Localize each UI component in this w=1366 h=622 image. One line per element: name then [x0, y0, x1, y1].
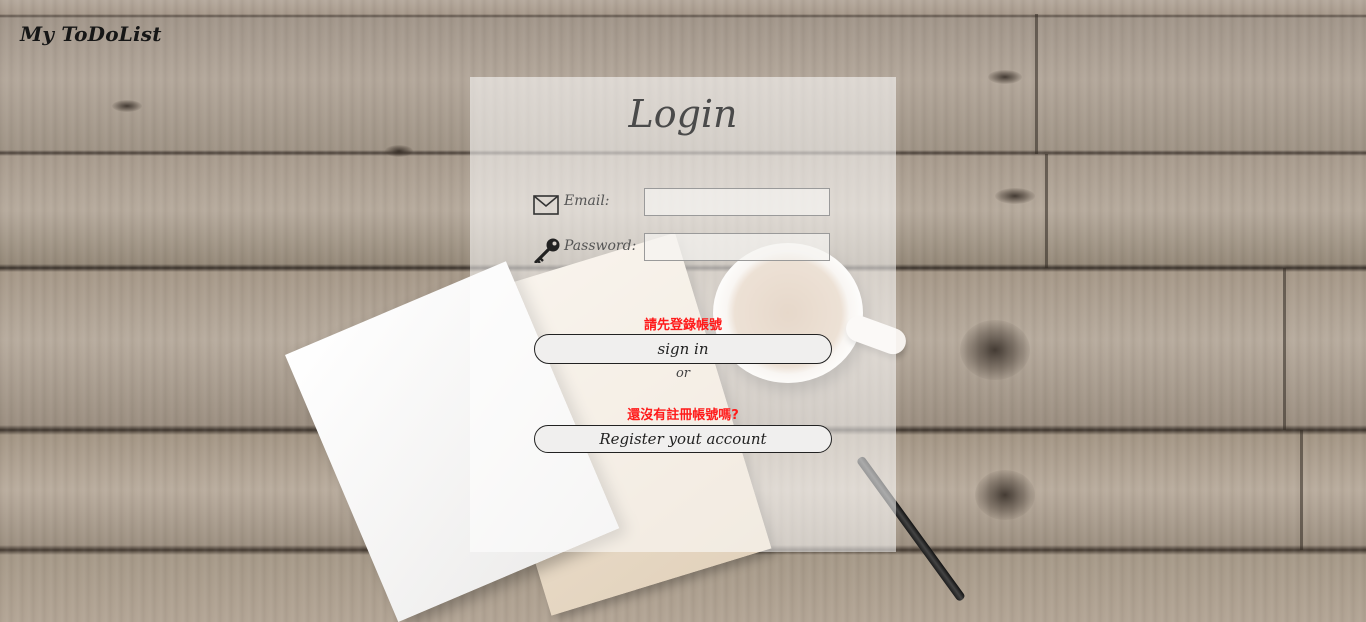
email-label: Email:	[564, 193, 610, 209]
wood-knot	[975, 470, 1035, 520]
brand-title[interactable]: My ToDoList	[20, 22, 162, 46]
password-field[interactable]	[644, 233, 830, 261]
wood-knot	[995, 188, 1035, 204]
password-label: Password:	[564, 238, 637, 254]
key-icon	[534, 238, 560, 263]
wood-plank-seam	[1300, 430, 1303, 550]
email-field[interactable]	[644, 188, 830, 216]
register-message: 還沒有註冊帳號嗎?	[627, 408, 739, 423]
envelope-icon	[533, 195, 559, 215]
sign-in-button[interactable]: sign in	[534, 334, 832, 364]
login-title: Login	[628, 92, 738, 136]
wood-knot	[385, 145, 413, 157]
or-divider-text: or	[675, 366, 691, 381]
signin-message: 請先登錄帳號	[643, 318, 722, 333]
register-account-button[interactable]: Register yout account	[534, 425, 832, 453]
wood-plank-seam	[1045, 154, 1048, 268]
wood-knot	[988, 70, 1022, 84]
